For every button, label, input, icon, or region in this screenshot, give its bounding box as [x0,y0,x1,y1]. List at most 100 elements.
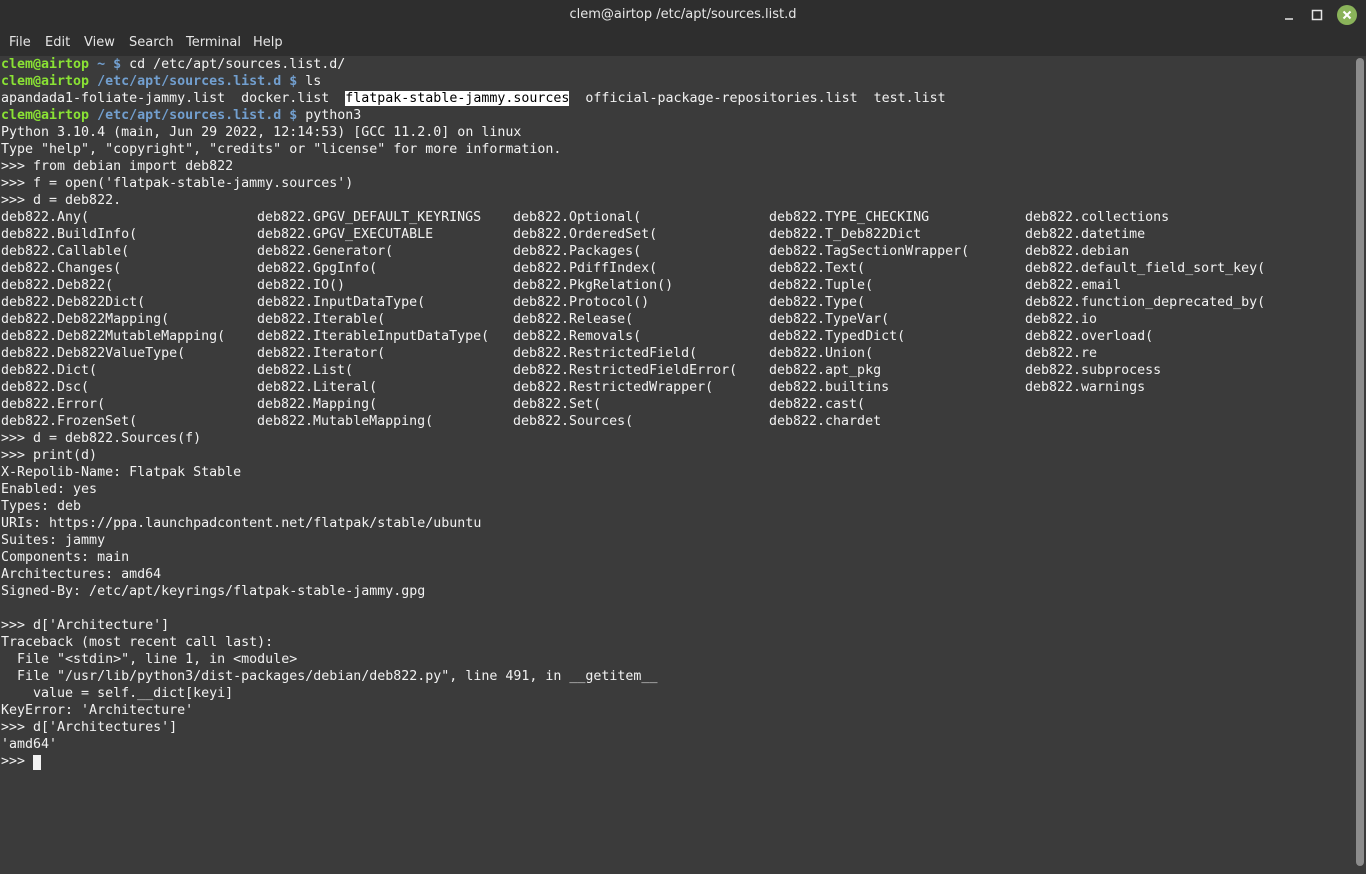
prompt-symbol: $ [289,108,298,123]
completion-item: deb822.Deb822Mapping( [1,312,170,327]
completion-item: deb822.TypedDict( [769,329,906,344]
prompt-line: clem@airtop ~ $ cd /etc/apt/sources.list… [1,56,345,73]
output-line: >>> from debian import deb822 [1,159,234,174]
completion-item: deb822.Type( [769,295,866,310]
menu-terminal[interactable]: Terminal [185,35,242,50]
completion-item: deb822.datetime [1025,227,1146,242]
output-line: X-Repolib-Name: Flatpak Stable [1,465,242,480]
completion-item: deb822.Error( [1,397,106,412]
scrollbar-thumb[interactable] [1356,58,1364,866]
completion-item: deb822.Mapping( [257,397,378,412]
prompt-command: ls [305,74,322,89]
completion-item: deb822.overload( [1025,329,1154,344]
completion-item: deb822.IterableInputDataType( [257,329,490,344]
menu-edit[interactable]: Edit [44,35,71,50]
maximize-icon[interactable] [1307,5,1327,25]
completion-item: deb822.RestrictedFieldError( [513,363,738,378]
output-line: Architectures: amd64 [1,567,162,582]
completion-item: deb822.PdiffIndex( [513,261,658,276]
completion-item: deb822.email [1025,278,1122,293]
completion-item: deb822.RestrictedWrapper( [513,380,714,395]
prompt-symbol: $ [113,57,122,72]
completion-item: deb822.debian [1025,244,1130,259]
completion-item: deb822.Packages( [513,244,642,259]
completion-item: deb822.Text( [769,261,866,276]
completion-item: deb822.subprocess [1025,363,1162,378]
ls-output-line: apandada1-foliate-jammy.list docker.list… [1,90,946,107]
output-line: Types: deb [1,499,82,514]
prompt-line: clem@airtop /etc/apt/sources.list.d $ py… [1,107,361,124]
completion-item: deb822.Removals( [513,329,642,344]
ls-entry: official-package-repositories.list [585,91,858,106]
completion-item: deb822.Protocol() [513,295,650,310]
completion-item: deb822.Dsc( [1,380,90,395]
output-line: File "/usr/lib/python3/dist-packages/deb… [1,669,658,684]
completion-item: deb822.Changes( [1,261,122,276]
completion-item: deb822.Literal( [257,380,378,395]
completion-item: deb822.T_Deb822Dict [769,227,922,242]
completion-item: deb822.GPGV_DEFAULT_KEYRINGS [257,210,482,225]
completion-item: deb822.MutableMapping( [257,414,434,429]
output-line: Traceback (most recent call last): [1,635,274,650]
completion-item: deb822.Release( [513,312,634,327]
menu-file[interactable]: File [8,35,32,50]
output-line: File "<stdin>", line 1, in <module> [1,652,298,667]
prompt-user: clem@airtop [1,57,90,72]
output-line: >>> d = deb822.Sources(f) [1,431,202,446]
completion-item: deb822.Union( [769,346,874,361]
output-line: value = self.__dict[keyi] [1,686,234,701]
completion-item: deb822.OrderedSet( [513,227,658,242]
output-line: Components: main [1,550,130,565]
completion-item: deb822.FrozenSet( [1,414,138,429]
completion-item: deb822.re [1025,346,1098,361]
close-icon[interactable] [1337,5,1357,25]
completion-item: deb822.TYPE_CHECKING [769,210,930,225]
ls-entry: apandada1-foliate-jammy.list [1,91,226,106]
ls-entry: docker.list [241,91,330,106]
prompt-symbol: $ [289,74,298,89]
output-line: URIs: https://ppa.launchpadcontent.net/f… [1,516,482,531]
completion-item: deb822.GPGV_EXECUTABLE [257,227,434,242]
completion-item: deb822.default_field_sort_key( [1025,261,1266,276]
output-line: Suites: jammy [1,533,106,548]
python-prompt: >>> [1,754,34,769]
completion-item: deb822.warnings [1025,380,1146,395]
menu-search[interactable]: Search [128,35,175,50]
completion-item: deb822.TypeVar( [769,312,890,327]
completion-item: deb822.collections [1025,210,1170,225]
completion-item: deb822.Tuple( [769,278,874,293]
terminal-window: clem@airtop /etc/apt/sources.list.d File… [0,0,1366,874]
completion-item: deb822.BuildInfo( [1,227,138,242]
completion-item: deb822.cast( [769,397,866,412]
ls-entry: test.list [873,91,946,106]
prompt-command: cd /etc/apt/sources.list.d/ [129,57,346,72]
title-bar[interactable]: clem@airtop /etc/apt/sources.list.d [0,0,1366,30]
completion-item: deb822.Iterator( [257,346,386,361]
completion-item: deb822.Deb822ValueType( [1,346,186,361]
output-line: 'amd64' [1,737,58,752]
output-line: >>> d['Architectures'] [1,720,178,735]
menu-help[interactable]: Help [252,35,284,50]
completion-item: deb822.IO() [257,278,346,293]
ls-entry-selected[interactable]: flatpak-stable-jammy.sources [345,91,570,106]
text-cursor [33,755,41,770]
prompt-user: clem@airtop [1,74,90,89]
completion-item: deb822.Deb822( [1,278,114,293]
completion-item: deb822.chardet [769,414,882,429]
completion-item: deb822.builtins [769,380,890,395]
menu-bar: File Edit View Search Terminal Help [0,30,1366,56]
output-line: Python 3.10.4 (main, Jun 29 2022, 12:14:… [1,125,522,140]
minimize-icon[interactable] [1279,5,1299,25]
terminal-output[interactable]: clem@airtop ~ $ cd /etc/apt/sources.list… [0,56,1354,874]
completion-item: deb822.Deb822Dict( [1,295,146,310]
completion-item: deb822.InputDataType( [257,295,426,310]
menu-view[interactable]: View [83,35,116,50]
prompt-line: clem@airtop /etc/apt/sources.list.d $ ls [1,73,321,90]
window-title: clem@airtop /etc/apt/sources.list.d [569,7,797,22]
completion-item: deb822.List( [257,363,354,378]
prompt-path: ~ [97,57,106,72]
output-line: >>> d['Architecture'] [1,618,170,633]
completion-item: deb822.Optional( [513,210,642,225]
output-line: Type "help", "copyright", "credits" or "… [1,142,562,157]
completion-item: deb822.function_deprecated_by( [1025,295,1266,310]
